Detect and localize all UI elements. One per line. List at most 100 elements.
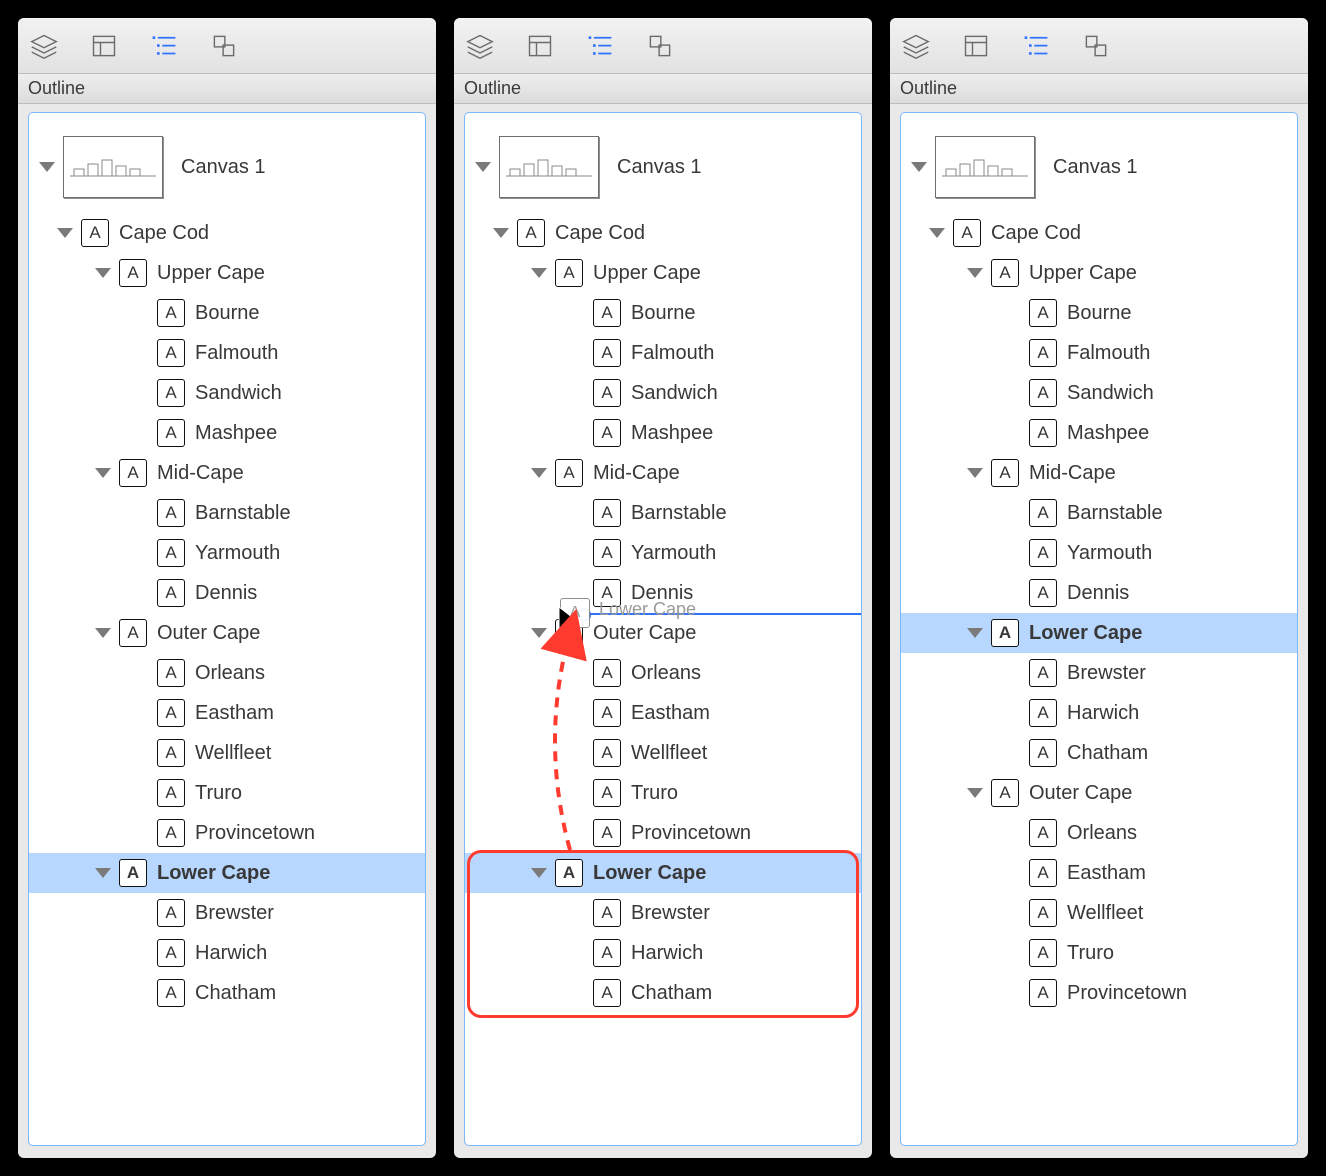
outline-item-orleans[interactable]: A Orleans (29, 653, 425, 693)
outline-item-yarmouth[interactable]: A Yarmouth (29, 533, 425, 573)
outline-item-eastham[interactable]: A Eastham (29, 693, 425, 733)
disclosure-triangle-icon[interactable] (475, 162, 491, 172)
outline-item-mashpee[interactable]: A Mashpee (465, 413, 861, 453)
outline-item-sandwich[interactable]: A Sandwich (465, 373, 861, 413)
outline-item-lower-cape[interactable]: A Lower Cape (465, 853, 861, 893)
disclosure-triangle-icon[interactable] (95, 628, 111, 638)
layers-tab[interactable] (28, 30, 60, 62)
outline-tree[interactable]: Canvas 1 A Cape Cod A Upper Cape A Bourn… (28, 112, 426, 1146)
disclosure-triangle-icon[interactable] (531, 868, 547, 878)
outline-item-brewster[interactable]: A Brewster (465, 893, 861, 933)
outline-item-harwich[interactable]: A Harwich (29, 933, 425, 973)
outline-item-mashpee[interactable]: A Mashpee (29, 413, 425, 453)
selection-tab[interactable] (208, 30, 240, 62)
outline-item-harwich[interactable]: A Harwich (901, 693, 1297, 733)
outline-item-label: Orleans (631, 662, 701, 685)
outline-item-dennis[interactable]: A Dennis (29, 573, 425, 613)
outline-tree[interactable]: Canvas 1 A Cape Cod A Upper Cape A Bourn… (900, 112, 1298, 1146)
layers-tab[interactable] (464, 30, 496, 62)
disclosure-triangle-icon[interactable] (911, 162, 927, 172)
canvas-row[interactable]: Canvas 1 (465, 127, 861, 207)
outline-item-brewster[interactable]: A Brewster (901, 653, 1297, 693)
outline-item-cape-cod[interactable]: A Cape Cod (465, 213, 861, 253)
outline-item-sandwich[interactable]: A Sandwich (29, 373, 425, 413)
outline-item-yarmouth[interactable]: A Yarmouth (901, 533, 1297, 573)
outline-item-outer-cape[interactable]: A Outer Cape (901, 773, 1297, 813)
layout-tab[interactable] (960, 30, 992, 62)
outline-tab[interactable] (148, 30, 180, 62)
layout-tab[interactable] (524, 30, 556, 62)
disclosure-triangle-icon[interactable] (57, 228, 73, 238)
disclosure-triangle-icon[interactable] (39, 162, 55, 172)
outline-item-sandwich[interactable]: A Sandwich (901, 373, 1297, 413)
outline-item-wellfleet[interactable]: A Wellfleet (29, 733, 425, 773)
outline-tab[interactable] (1020, 30, 1052, 62)
outline-item-barnstable[interactable]: A Barnstable (901, 493, 1297, 533)
outline-item-wellfleet[interactable]: A Wellfleet (465, 733, 861, 773)
outline-item-barnstable[interactable]: A Barnstable (29, 493, 425, 533)
selection-tab[interactable] (1080, 30, 1112, 62)
text-object-icon: A (157, 539, 185, 567)
outline-item-lower-cape[interactable]: A Lower Cape (901, 613, 1297, 653)
outline-item-falmouth[interactable]: A Falmouth (901, 333, 1297, 373)
outline-tree[interactable]: Canvas 1 A Cape Cod A Upper Cape A Bourn… (464, 112, 862, 1146)
outline-item-mashpee[interactable]: A Mashpee (901, 413, 1297, 453)
outline-item-barnstable[interactable]: A Barnstable (465, 493, 861, 533)
disclosure-triangle-icon[interactable] (967, 628, 983, 638)
outline-item-bourne[interactable]: A Bourne (465, 293, 861, 333)
outline-item-orleans[interactable]: A Orleans (465, 653, 861, 693)
outline-item-chatham[interactable]: A Chatham (29, 973, 425, 1013)
outline-item-bourne[interactable]: A Bourne (901, 293, 1297, 333)
outline-item-upper-cape[interactable]: A Upper Cape (901, 253, 1297, 293)
disclosure-triangle-icon[interactable] (967, 268, 983, 278)
outline-item-orleans[interactable]: A Orleans (901, 813, 1297, 853)
outline-item-brewster[interactable]: A Brewster (29, 893, 425, 933)
text-object-icon: A (1029, 859, 1057, 887)
text-object-icon: A (157, 579, 185, 607)
disclosure-triangle-icon[interactable] (967, 468, 983, 478)
outline-item-falmouth[interactable]: A Falmouth (29, 333, 425, 373)
disclosure-triangle-icon[interactable] (929, 228, 945, 238)
disclosure-triangle-icon[interactable] (531, 268, 547, 278)
outline-item-mid-cape[interactable]: A Mid-Cape (465, 453, 861, 493)
outline-item-truro[interactable]: A Truro (465, 773, 861, 813)
outline-item-falmouth[interactable]: A Falmouth (465, 333, 861, 373)
disclosure-triangle-icon[interactable] (493, 228, 509, 238)
outline-item-label: Cape Cod (555, 222, 645, 245)
outline-item-truro[interactable]: A Truro (901, 933, 1297, 973)
canvas-row[interactable]: Canvas 1 (29, 127, 425, 207)
outline-item-chatham[interactable]: A Chatham (901, 733, 1297, 773)
canvas-row[interactable]: Canvas 1 (901, 127, 1297, 207)
outline-item-harwich[interactable]: A Harwich (465, 933, 861, 973)
outline-item-provincetown[interactable]: A Provincetown (901, 973, 1297, 1013)
outline-tab[interactable] (584, 30, 616, 62)
disclosure-triangle-icon[interactable] (95, 868, 111, 878)
selection-tab[interactable] (644, 30, 676, 62)
disclosure-triangle-icon[interactable] (95, 468, 111, 478)
outline-item-eastham[interactable]: A Eastham (901, 853, 1297, 893)
outline-item-wellfleet[interactable]: A Wellfleet (901, 893, 1297, 933)
outline-item-cape-cod[interactable]: A Cape Cod (29, 213, 425, 253)
disclosure-triangle-icon[interactable] (531, 628, 547, 638)
outline-item-outer-cape[interactable]: A Outer Cape (29, 613, 425, 653)
outline-item-cape-cod[interactable]: A Cape Cod (901, 213, 1297, 253)
outline-item-eastham[interactable]: A Eastham (465, 693, 861, 733)
outline-item-bourne[interactable]: A Bourne (29, 293, 425, 333)
outline-item-provincetown[interactable]: A Provincetown (29, 813, 425, 853)
disclosure-triangle-icon[interactable] (95, 268, 111, 278)
outline-item-lower-cape[interactable]: A Lower Cape (29, 853, 425, 893)
outline-item-provincetown[interactable]: A Provincetown (465, 813, 861, 853)
outline-item-upper-cape[interactable]: A Upper Cape (465, 253, 861, 293)
layers-tab[interactable] (900, 30, 932, 62)
outline-item-mid-cape[interactable]: A Mid-Cape (29, 453, 425, 493)
outline-item-yarmouth[interactable]: A Yarmouth (465, 533, 861, 573)
outline-item-truro[interactable]: A Truro (29, 773, 425, 813)
outline-item-dennis[interactable]: A Dennis (901, 573, 1297, 613)
text-object-icon: A (157, 739, 185, 767)
layout-tab[interactable] (88, 30, 120, 62)
outline-item-upper-cape[interactable]: A Upper Cape (29, 253, 425, 293)
outline-item-mid-cape[interactable]: A Mid-Cape (901, 453, 1297, 493)
disclosure-triangle-icon[interactable] (967, 788, 983, 798)
outline-item-chatham[interactable]: A Chatham (465, 973, 861, 1013)
disclosure-triangle-icon[interactable] (531, 468, 547, 478)
